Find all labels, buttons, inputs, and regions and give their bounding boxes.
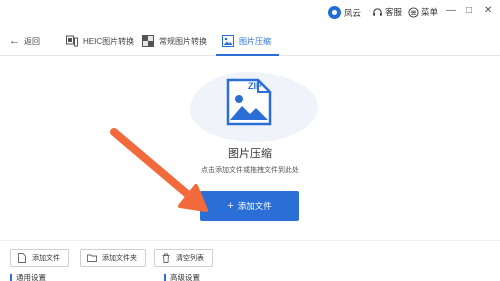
- add-folder-label: 添加文件夹: [102, 255, 137, 262]
- general-settings-heading: 通用设置: [10, 272, 46, 281]
- section-marker: [10, 273, 12, 281]
- zip-image-icon: ZIP: [226, 78, 272, 126]
- tab-image-compress[interactable]: 图片压缩: [216, 26, 279, 56]
- pointer-arrow-icon: [110, 128, 208, 212]
- add-file-toolbar-label: 添加文件: [32, 255, 60, 262]
- avatar: [328, 6, 341, 19]
- menu-label: 菜单: [421, 7, 439, 17]
- close-button[interactable]: ✕: [484, 5, 492, 17]
- plus-icon: +: [227, 200, 234, 212]
- menu-icon: [408, 6, 419, 18]
- back-label: 返回: [24, 36, 40, 46]
- image-convert-icon: [142, 35, 154, 47]
- drop-hint: 点击添加文件或拖拽文件到此处: [201, 167, 299, 174]
- trash-icon: [162, 253, 170, 263]
- user-account[interactable]: 凤云: [328, 6, 361, 19]
- minimize-button[interactable]: —: [446, 5, 456, 17]
- clear-list-button[interactable]: 清空列表: [154, 249, 213, 267]
- tab-label: 常规图片转换: [159, 36, 207, 46]
- section-marker: [164, 273, 166, 281]
- tab-label: HEIC图片转换: [83, 36, 135, 46]
- heic-convert-icon: [66, 35, 78, 47]
- menu-button[interactable]: 菜单: [408, 6, 438, 18]
- customer-service-button[interactable]: 客服: [372, 6, 402, 18]
- file-add-icon: [18, 253, 26, 263]
- add-file-toolbar-button[interactable]: 添加文件: [10, 249, 69, 267]
- zip-label: ZIP: [248, 81, 262, 91]
- general-settings-label: 通用设置: [16, 273, 46, 281]
- restore-button[interactable]: □: [466, 5, 472, 17]
- customer-service-label: 客服: [385, 7, 403, 17]
- image-icon: [222, 35, 234, 47]
- arrow-left-icon: ←: [9, 35, 20, 47]
- clear-list-label: 清空列表: [176, 255, 204, 262]
- file-toolbar: 添加文件 添加文件夹 清空列表: [0, 240, 500, 270]
- user-name: 凤云: [344, 7, 362, 18]
- folder-icon: [87, 254, 97, 262]
- add-file-label: 添加文件: [237, 201, 272, 211]
- headset-icon: [373, 7, 382, 16]
- tab-heic-convert[interactable]: HEIC图片转换: [66, 26, 134, 56]
- tab-bar: ← 返回 HEIC图片转换 常规图片转换 图片压缩: [0, 26, 500, 56]
- title-bar: 凤云 客服 菜单 — □ ✕: [0, 0, 500, 26]
- back-button[interactable]: ← 返回: [9, 35, 40, 47]
- tab-regular-convert[interactable]: 常规图片转换: [142, 26, 207, 56]
- drop-area[interactable]: ZIP 图片压缩 点击添加文件或拖拽文件到此处 + 添加文件: [0, 56, 500, 239]
- advanced-settings-label: 高级设置: [170, 273, 200, 281]
- add-folder-button[interactable]: 添加文件夹: [80, 249, 146, 267]
- tab-label: 图片压缩: [239, 36, 271, 46]
- advanced-settings-heading: 高级设置: [164, 272, 200, 281]
- page-title: 图片压缩: [228, 148, 272, 160]
- settings-section: 通用设置 高级设置: [0, 270, 500, 281]
